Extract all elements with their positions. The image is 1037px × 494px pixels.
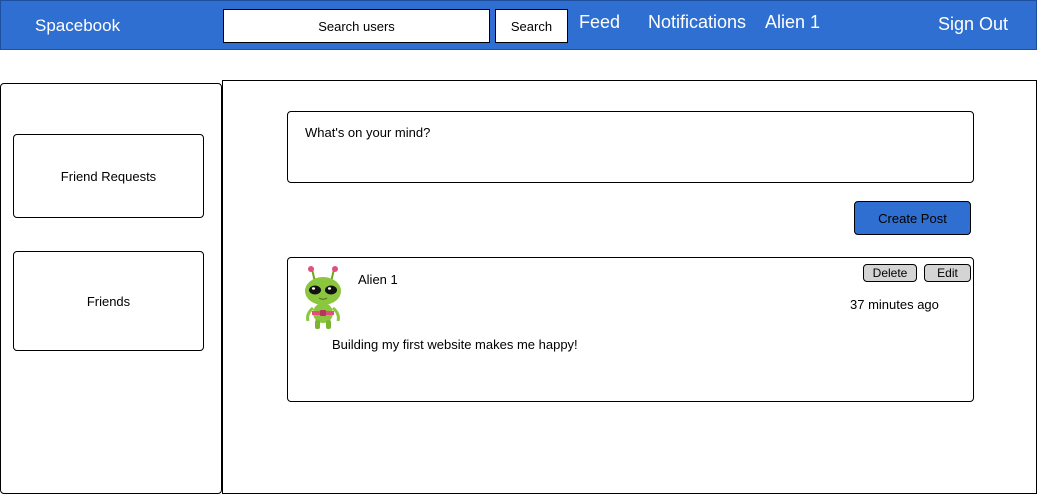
search-input[interactable] bbox=[223, 9, 490, 43]
post-timestamp: 37 minutes ago bbox=[850, 297, 939, 312]
delete-post-button[interactable]: Delete bbox=[863, 264, 917, 282]
top-navbar: Spacebook Search Feed Notifications Alie… bbox=[0, 0, 1037, 50]
main-feed: Create Post bbox=[222, 80, 1037, 494]
sign-out-link[interactable]: Sign Out bbox=[938, 14, 1008, 35]
post-card: Alien 1 Delete Edit 37 minutes ago Build… bbox=[287, 257, 974, 402]
post-author[interactable]: Alien 1 bbox=[358, 272, 398, 287]
nav-notifications-link[interactable]: Notifications bbox=[648, 12, 746, 33]
brand-logo[interactable]: Spacebook bbox=[35, 16, 120, 36]
nav-feed-link[interactable]: Feed bbox=[579, 12, 620, 33]
sidebar: Friend Requests Friends bbox=[0, 83, 222, 494]
create-post-button[interactable]: Create Post bbox=[854, 201, 971, 235]
search-button[interactable]: Search bbox=[495, 9, 568, 43]
post-composer-input[interactable] bbox=[287, 111, 974, 183]
nav-profile-link[interactable]: Alien 1 bbox=[765, 12, 820, 33]
sidebar-item-label: Friends bbox=[86, 293, 131, 309]
sidebar-item-label: Friend Requests bbox=[60, 168, 157, 184]
sidebar-item-friends[interactable]: Friends bbox=[13, 251, 204, 351]
sidebar-item-friend-requests[interactable]: Friend Requests bbox=[13, 134, 204, 218]
post-body: Building my first website makes me happy… bbox=[332, 337, 578, 352]
edit-post-button[interactable]: Edit bbox=[924, 264, 971, 282]
page: Spacebook Search Feed Notifications Alie… bbox=[0, 0, 1037, 494]
alien-avatar-icon bbox=[305, 266, 341, 329]
